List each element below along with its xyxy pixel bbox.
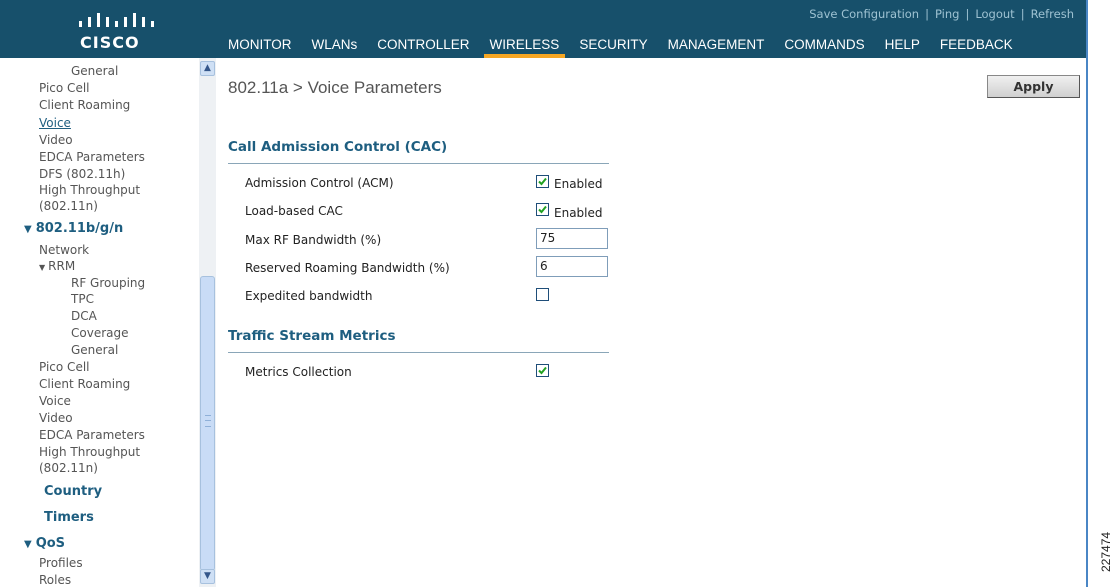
- sidebar: General Pico Cell Client Roaming Voice V…: [0, 58, 218, 587]
- sidebar-item-high-throughput-suffix: (802.11n): [39, 199, 98, 213]
- menu-feedback[interactable]: FEEDBACK: [934, 36, 1019, 58]
- menu-commands[interactable]: COMMANDS: [778, 36, 870, 58]
- sidebar-item-high-throughput[interactable]: High Throughput: [39, 182, 140, 198]
- utility-links: Save Configuration | Ping | Logout | Refresh: [805, 7, 1078, 21]
- scroll-up-arrow-icon[interactable]: ▲: [200, 61, 215, 76]
- sidebar-item-roles[interactable]: Roles: [39, 572, 71, 587]
- page-title: 802.11a > Voice Parameters: [228, 78, 442, 97]
- load-based-cac-checkbox[interactable]: [536, 203, 549, 216]
- menu-controller[interactable]: CONTROLLER: [371, 36, 475, 58]
- sidebar-item-label: RRM: [48, 259, 76, 273]
- sidebar-scrollbar[interactable]: ▲ ▼: [199, 58, 216, 587]
- scrollbar-grip-icon: [205, 415, 211, 427]
- sidebar-item-voice-active[interactable]: Voice: [39, 115, 71, 131]
- sidebar-item-client-roaming-2[interactable]: Client Roaming: [39, 376, 130, 392]
- menu-security[interactable]: SECURITY: [573, 36, 653, 58]
- cac-section-divider: [228, 163, 609, 164]
- sidebar-item-edca-parameters-2[interactable]: EDCA Parameters: [39, 427, 145, 443]
- load-based-cac-enabled-text: Enabled: [554, 206, 603, 220]
- expand-triangle-icon: ▼: [24, 539, 32, 550]
- cisco-logo-text: CISCO: [80, 33, 140, 52]
- sidebar-section-label: QoS: [35, 536, 66, 551]
- sidebar-item-voice-2[interactable]: Voice: [39, 393, 71, 409]
- admission-control-enabled-text: Enabled: [554, 177, 603, 191]
- sidebar-item-high-throughput-2[interactable]: High Throughput: [39, 444, 140, 460]
- sidebar-section-label: 802.11b/g/n: [35, 221, 124, 236]
- sidebar-item-profiles[interactable]: Profiles: [39, 555, 83, 571]
- metrics-collection-checkbox[interactable]: [536, 364, 549, 377]
- reserved-roaming-bandwidth-label: Reserved Roaming Bandwidth (%): [245, 261, 450, 275]
- ping-link[interactable]: Ping: [931, 7, 963, 21]
- tsm-section-heading: Traffic Stream Metrics: [228, 328, 396, 344]
- logout-link[interactable]: Logout: [971, 7, 1018, 21]
- sidebar-section-qos[interactable]: ▼ QoS: [24, 536, 65, 553]
- menu-wireless[interactable]: WIRELESS: [483, 36, 566, 58]
- main-menu: MONITOR WLANs CONTROLLER WIRELESS SECURITY MA…: [222, 36, 1027, 58]
- sidebar-section-80211bgn[interactable]: ▼ 802.11b/g/n: [24, 221, 123, 238]
- link-separator: |: [1020, 7, 1025, 21]
- reserved-roaming-bandwidth-field[interactable]: 6: [536, 256, 608, 277]
- expand-triangle-icon: ▼: [39, 263, 46, 272]
- sidebar-item-pico-cell[interactable]: Pico Cell: [39, 80, 90, 96]
- sidebar-section-country[interactable]: Country: [44, 484, 102, 500]
- menu-management[interactable]: MANAGEMENT: [662, 36, 771, 58]
- sidebar-item-rrm[interactable]: ▼ RRM: [39, 258, 75, 276]
- sidebar-item-rf-grouping[interactable]: RF Grouping: [71, 275, 145, 291]
- max-rf-bandwidth-field[interactable]: 75: [536, 228, 608, 249]
- sidebar-item-pico-cell-2[interactable]: Pico Cell: [39, 359, 90, 375]
- sidebar-item-high-throughput-suffix-2: (802.11n): [39, 461, 98, 475]
- cisco-bars-icon: [79, 13, 154, 27]
- tsm-section-divider: [228, 352, 609, 353]
- top-header: CISCO Save Configuration | Ping | Logout | Ref…: [0, 0, 1086, 58]
- checkmark-icon: [538, 177, 547, 186]
- sidebar-section-timers[interactable]: Timers: [44, 510, 94, 526]
- sidebar-item-general-2[interactable]: General: [71, 342, 118, 358]
- sidebar-item-edca-parameters[interactable]: EDCA Parameters: [39, 149, 145, 165]
- menu-wlans[interactable]: WLANs: [306, 36, 364, 58]
- sidebar-item-video-2[interactable]: Video: [39, 410, 73, 426]
- sidebar-item-general[interactable]: General: [71, 63, 118, 79]
- refresh-link[interactable]: Refresh: [1027, 7, 1078, 21]
- expand-triangle-icon: ▼: [24, 224, 32, 235]
- figure-id: 227474: [1099, 531, 1113, 572]
- checkmark-icon: [538, 205, 547, 214]
- checkmark-icon: [538, 366, 547, 375]
- sidebar-item-client-roaming[interactable]: Client Roaming: [39, 97, 130, 113]
- cisco-logo: CISCO: [0, 0, 214, 58]
- sidebar-item-video[interactable]: Video: [39, 132, 73, 148]
- save-configuration-link[interactable]: Save Configuration: [805, 7, 923, 21]
- scrollbar-thumb[interactable]: [200, 276, 215, 571]
- max-rf-bandwidth-label: Max RF Bandwidth (%): [245, 233, 382, 247]
- apply-button[interactable]: Apply: [987, 75, 1080, 98]
- menu-help[interactable]: HELP: [879, 36, 926, 58]
- expedited-bandwidth-checkbox[interactable]: [536, 288, 549, 301]
- menu-monitor[interactable]: MONITOR: [222, 36, 298, 58]
- cac-section-heading: Call Admission Control (CAC): [228, 139, 448, 155]
- sidebar-item-network[interactable]: Network: [39, 242, 89, 258]
- scroll-down-arrow-icon[interactable]: ▼: [200, 569, 215, 584]
- sidebar-item-dfs[interactable]: DFS (802.11h): [39, 166, 125, 182]
- link-separator: |: [925, 7, 929, 21]
- sidebar-item-tpc[interactable]: TPC: [71, 291, 94, 307]
- expedited-bandwidth-label: Expedited bandwidth: [245, 289, 373, 303]
- content-frame-border: [1086, 0, 1088, 587]
- admission-control-checkbox[interactable]: [536, 175, 549, 188]
- metrics-collection-label: Metrics Collection: [245, 365, 352, 379]
- load-based-cac-label: Load-based CAC: [245, 204, 343, 218]
- admission-control-label: Admission Control (ACM): [245, 176, 394, 190]
- sidebar-item-coverage[interactable]: Coverage: [71, 325, 129, 341]
- sidebar-item-dca[interactable]: DCA: [71, 308, 97, 324]
